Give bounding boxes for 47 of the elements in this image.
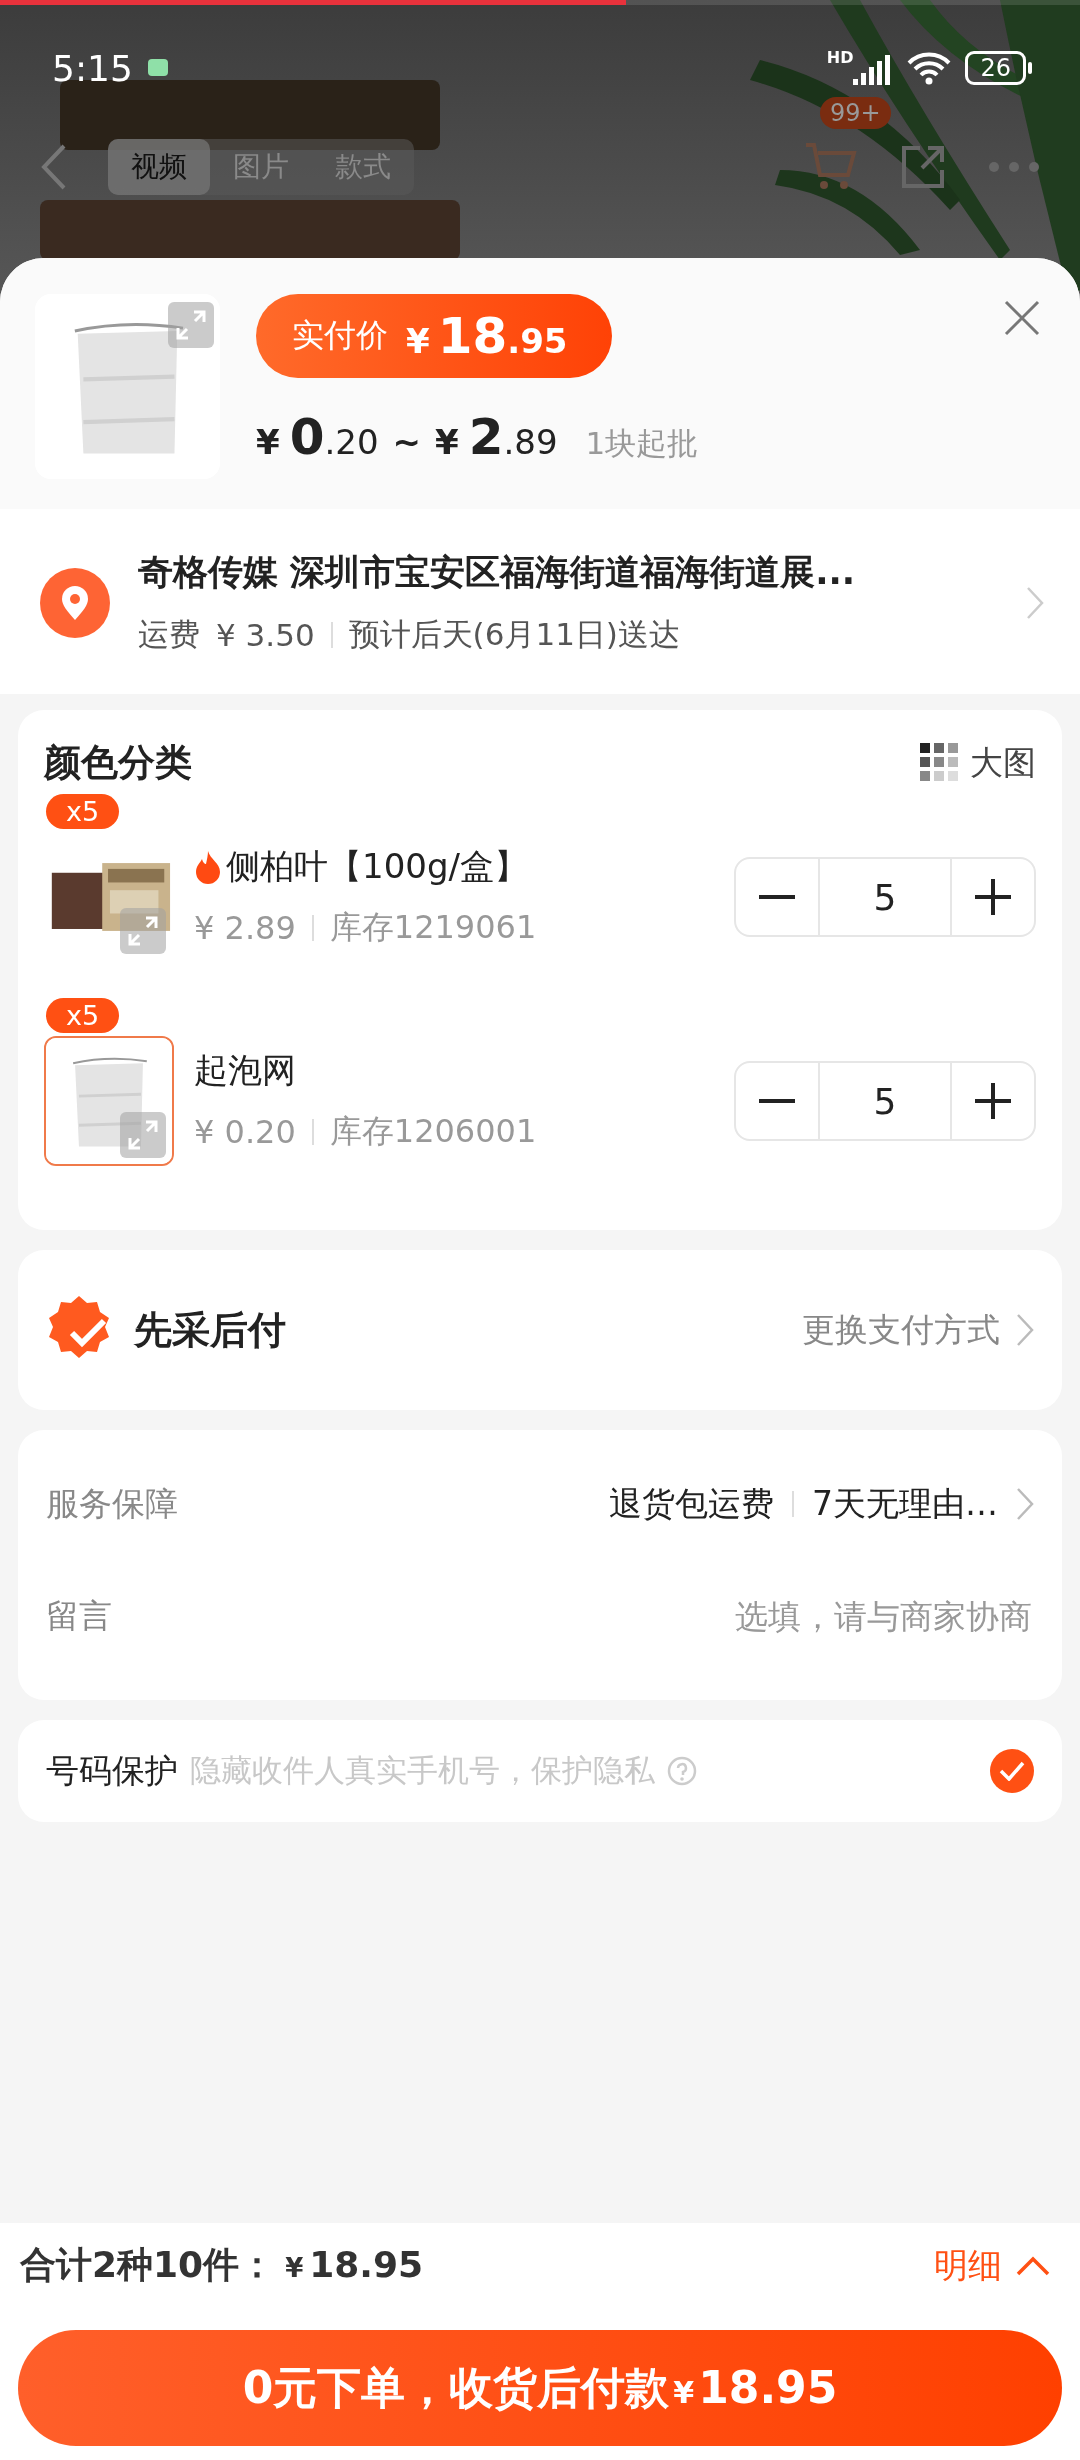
paid-price-badge: 实付价 ¥ 18.95 [256, 294, 612, 378]
min-order-text: 1块起批 [585, 424, 699, 463]
variant-price: ¥ 2.89 [194, 909, 296, 947]
minus-icon [759, 1099, 795, 1103]
order-total: 合计2种10件： ¥ 18.95 [20, 2243, 424, 2287]
grid-icon [920, 743, 960, 783]
price-low: ¥ 0.20 [256, 408, 379, 466]
shipping-fee: ¥ 3.50 [216, 617, 315, 653]
expand-icon [120, 908, 166, 954]
chevron-right-icon [1016, 1313, 1034, 1347]
service-label: 服务保障 [46, 1482, 178, 1525]
checkbox[interactable] [990, 1749, 1034, 1793]
payment-title: 先采后付 [134, 1306, 286, 1354]
variant-name: 起泡网 [194, 1049, 297, 1092]
message-label: 留言 [46, 1594, 112, 1637]
plus-icon [975, 879, 1011, 915]
submit-order-button[interactable]: 0元下单，收货后付款¥18.95 [18, 2330, 1062, 2446]
quantity-field[interactable]: 5 [818, 859, 952, 935]
expand-icon [168, 302, 214, 348]
details-button[interactable]: 明细 [934, 2242, 1060, 2289]
plus-icon [975, 1083, 1011, 1119]
range-separator: ~ [392, 422, 422, 462]
minus-icon [759, 895, 795, 899]
price-high: ¥ 2.89 [435, 408, 558, 466]
change-payment-link[interactable]: 更换支付方式 [802, 1307, 1034, 1353]
chevron-up-icon [1016, 2255, 1050, 2276]
chevron-right-icon [1026, 585, 1044, 620]
quantity-badge: x5 [46, 998, 120, 1033]
variant-stock: 库存1206001 [329, 1111, 537, 1152]
variant-name: 侧柏叶【100g/盒】 [194, 844, 714, 890]
variant-stock: 库存1219061 [329, 907, 537, 948]
expand-icon [120, 1112, 166, 1158]
phone-protection-label: 号码保护 [46, 1749, 178, 1792]
chevron-right-icon [1016, 1487, 1034, 1521]
shipping-label: 运费 [138, 615, 200, 654]
check-icon [999, 1761, 1025, 1781]
quantity-field[interactable]: 5 [818, 1063, 952, 1139]
quantity-badge: x5 [46, 794, 120, 829]
section-title: 颜色分类 [44, 740, 192, 786]
address-text: 奇格传媒 深圳市宝安区福海街道福海街道展... [138, 551, 857, 594]
location-pin-icon [40, 567, 110, 638]
address-row[interactable]: 奇格传媒 深圳市宝安区福海街道福海街道展... 运费 ¥ 3.50 预计后天(6月11日)送达 [0, 509, 1080, 694]
delivery-estimate: 预计后天(6月11日)送达 [348, 615, 680, 654]
service-guarantee-link[interactable]: 退货包运费 7天无理由… [609, 1481, 1034, 1527]
help-icon [667, 1756, 697, 1786]
variant-price: ¥ 0.20 [194, 1113, 296, 1151]
large-view-toggle[interactable]: 大图 [920, 740, 1036, 786]
